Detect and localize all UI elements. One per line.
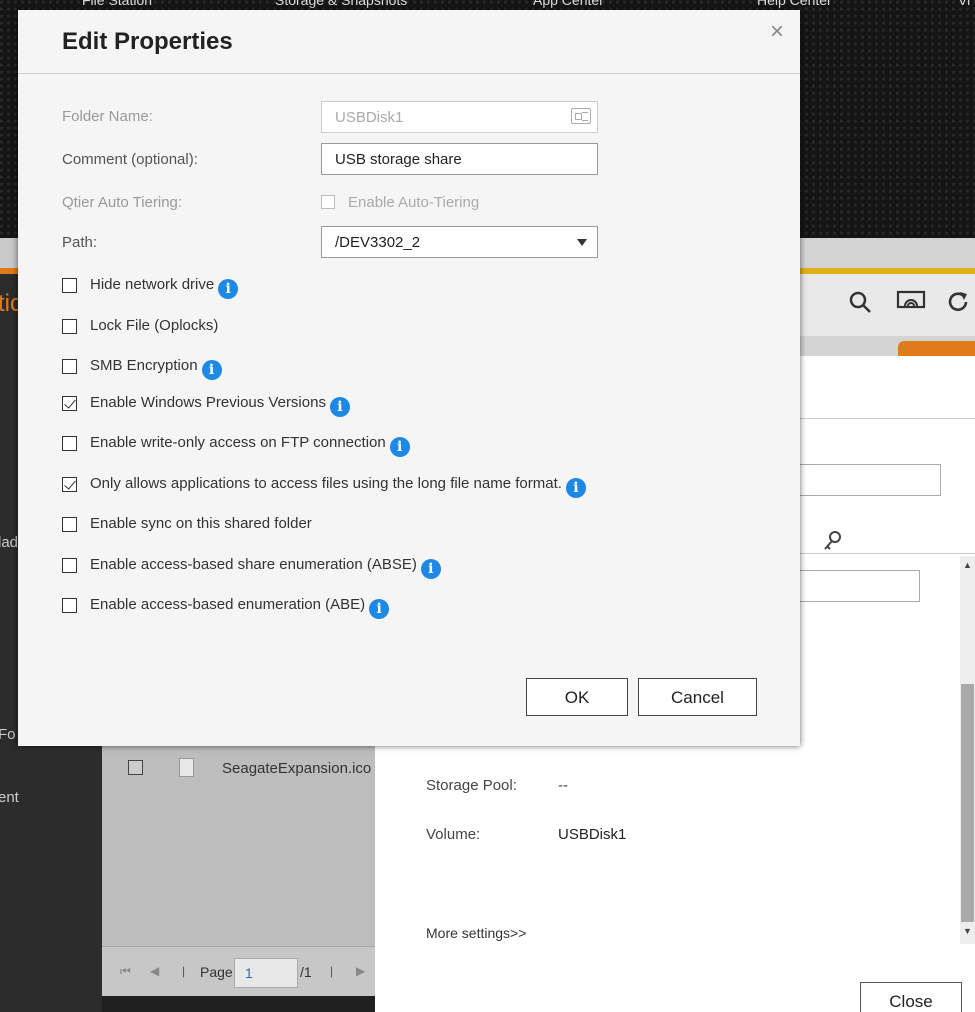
background-input[interactable] bbox=[800, 570, 920, 602]
scroll-down-icon[interactable]: ▼ bbox=[963, 926, 972, 936]
info-icon[interactable]: i bbox=[420, 559, 441, 579]
background-input[interactable] bbox=[800, 464, 941, 496]
first-page-icon[interactable]: ⏮ bbox=[120, 964, 131, 979]
nav-file-station[interactable]: File Station bbox=[82, 0, 152, 8]
more-settings-link[interactable]: More settings>> bbox=[426, 925, 526, 941]
option-label[interactable]: Enable access-based enumeration (ABE) i bbox=[90, 596, 390, 619]
orange-tab[interactable] bbox=[898, 341, 975, 357]
folder-name-label: Folder Name: bbox=[62, 108, 153, 125]
checkbox[interactable] bbox=[62, 278, 77, 293]
checkbox[interactable] bbox=[62, 319, 77, 334]
folder-name-value: USBDisk1 bbox=[335, 109, 404, 126]
cancel-button[interactable]: Cancel bbox=[638, 678, 757, 716]
nav-storage-snapshots[interactable]: Storage & Snapshots bbox=[275, 0, 407, 8]
prev-page-icon[interactable]: ◀ bbox=[150, 964, 159, 978]
comment-input[interactable]: USB storage share bbox=[321, 143, 598, 175]
option-label[interactable]: Enable sync on this shared folder bbox=[90, 515, 312, 532]
id-card-icon bbox=[571, 108, 591, 124]
pager-separator: | bbox=[330, 964, 334, 978]
file-icon bbox=[179, 758, 194, 777]
option-label[interactable]: SMB Encryption i bbox=[90, 357, 222, 380]
option-label-text: Enable access-based enumeration (ABE) bbox=[90, 596, 366, 613]
info-icon[interactable]: i bbox=[565, 478, 586, 498]
checkbox[interactable] bbox=[62, 517, 77, 532]
search-icon[interactable] bbox=[848, 290, 872, 320]
option-label-text: Enable Windows Previous Versions bbox=[90, 394, 326, 411]
option-label[interactable]: Enable access-based share enumeration (A… bbox=[90, 556, 441, 579]
chevron-down-icon[interactable] bbox=[577, 239, 587, 246]
option-label-text: Only allows applications to access files… bbox=[90, 475, 562, 492]
option-label[interactable]: Enable write-only access on FTP connecti… bbox=[90, 434, 410, 457]
scrollbar[interactable]: ▲ ▼ bbox=[960, 556, 975, 944]
path-value: /DEV3302_2 bbox=[335, 234, 421, 251]
comment-value: USB storage share bbox=[335, 151, 462, 168]
path-select[interactable]: /DEV3302_2 bbox=[321, 226, 598, 258]
option-label[interactable]: Enable Windows Previous Versions i bbox=[90, 394, 350, 417]
volume-label: Volume: bbox=[426, 826, 481, 843]
info-icon[interactable]: i bbox=[329, 397, 350, 417]
folder-name-field: USBDisk1 bbox=[321, 101, 598, 133]
info-icon[interactable]: i bbox=[218, 279, 239, 299]
checkbox-checked[interactable] bbox=[62, 477, 77, 492]
refresh-icon[interactable] bbox=[946, 290, 970, 320]
option-label-text: Lock File (Oplocks) bbox=[90, 317, 219, 334]
auto-tiering-checkbox-label: Enable Auto-Tiering bbox=[348, 194, 480, 211]
qtier-label: Qtier Auto Tiering: bbox=[62, 194, 183, 211]
volume-value: USBDisk1 bbox=[558, 826, 627, 843]
comment-label: Comment (optional): bbox=[62, 151, 198, 168]
option-label-text: Enable write-only access on FTP connecti… bbox=[90, 434, 386, 451]
path-label: Path: bbox=[62, 234, 98, 251]
left-fragment-2: Fo bbox=[0, 726, 16, 743]
option-label[interactable]: Only allows applications to access files… bbox=[90, 475, 586, 498]
page-total: /1 bbox=[300, 964, 312, 980]
nav-overflow[interactable]: Vi bbox=[958, 0, 970, 8]
option-label-text: Hide network drive bbox=[90, 276, 215, 293]
table-row[interactable]: SeagateExpansion.ico bbox=[102, 752, 375, 786]
info-icon[interactable]: i bbox=[201, 360, 222, 380]
checkbox[interactable] bbox=[62, 436, 77, 451]
divider bbox=[800, 553, 975, 554]
edit-properties-dialog: Edit Properties × Folder Name: USBDisk1 … bbox=[18, 10, 800, 746]
option-label-text: Enable access-based share enumeration (A… bbox=[90, 556, 417, 573]
page-label: Page bbox=[200, 964, 233, 980]
storage-pool-label: Storage Pool: bbox=[426, 777, 517, 794]
next-page-icon[interactable]: ▶ bbox=[356, 964, 365, 978]
left-fragment-3: ent bbox=[0, 789, 19, 806]
wifi-display-icon[interactable] bbox=[896, 290, 926, 318]
info-icon[interactable]: i bbox=[389, 437, 410, 457]
scroll-up-icon[interactable]: ▲ bbox=[963, 560, 972, 570]
row-checkbox[interactable] bbox=[128, 760, 143, 775]
accent-stripe-orange bbox=[0, 268, 20, 274]
nav-app-center[interactable]: App Center bbox=[533, 0, 604, 8]
close-icon[interactable]: × bbox=[770, 18, 784, 46]
ok-button[interactable]: OK bbox=[526, 678, 628, 716]
left-fragment-1: lad bbox=[0, 534, 19, 551]
dialog-header: Edit Properties × bbox=[18, 10, 800, 74]
checkbox[interactable] bbox=[62, 359, 77, 374]
storage-pool-value: -- bbox=[558, 777, 568, 794]
option-label[interactable]: Hide network drive i bbox=[90, 276, 239, 299]
checkbox[interactable] bbox=[62, 598, 77, 613]
divider bbox=[800, 418, 975, 419]
option-label[interactable]: Lock File (Oplocks) bbox=[90, 317, 218, 334]
dialog-title: Edit Properties bbox=[62, 28, 233, 55]
background-toolbar bbox=[800, 274, 975, 336]
pager: ⏮ ◀ | Page 1 /1 | ▶ bbox=[102, 956, 375, 988]
option-label-text: SMB Encryption bbox=[90, 357, 198, 374]
auto-tiering-checkbox-box bbox=[321, 195, 335, 209]
pager-separator: | bbox=[182, 964, 186, 978]
top-navigation: File Station Storage & Snapshots App Cen… bbox=[0, 0, 975, 8]
file-name: SeagateExpansion.ico bbox=[222, 760, 372, 777]
nav-help-center[interactable]: Help Center bbox=[757, 0, 832, 8]
checkbox[interactable] bbox=[62, 558, 77, 573]
info-icon[interactable]: i bbox=[369, 599, 390, 619]
page-input[interactable]: 1 bbox=[234, 958, 298, 988]
option-label-text: Enable sync on this shared folder bbox=[90, 515, 312, 532]
close-button[interactable]: Close bbox=[860, 982, 962, 1012]
checkbox-checked[interactable] bbox=[62, 396, 77, 411]
scrollbar-thumb[interactable] bbox=[961, 684, 974, 922]
